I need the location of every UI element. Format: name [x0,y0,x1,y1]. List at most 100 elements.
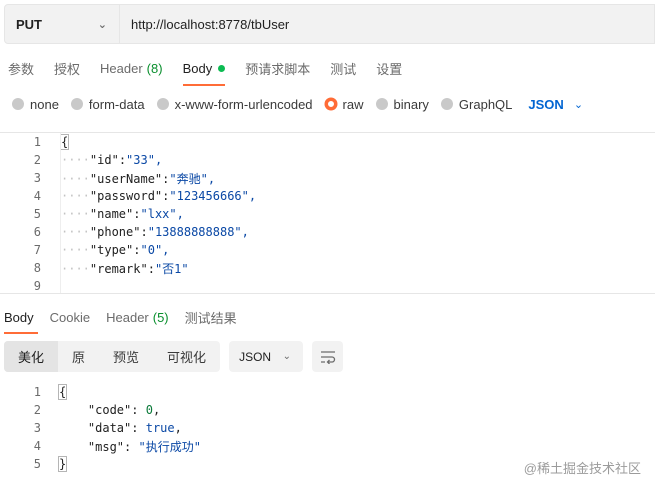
tab-response-body[interactable]: Body [0,302,42,334]
line-number: 3 [33,171,41,185]
indent-dots: ···· [61,207,90,221]
tab-settings[interactable]: 设置 [366,52,412,84]
indent-dots: ···· [61,153,90,167]
json-key: "data" [87,421,132,435]
radio-form-data[interactable]: form-data [70,96,145,112]
wrap-lines-icon [320,350,335,364]
tab-pre-request-script[interactable]: 预请求脚本 [235,52,320,84]
radio-none[interactable]: none [12,97,59,112]
radio-label: none [30,96,59,112]
tab-response-cookies[interactable]: Cookie [42,302,98,332]
tab-label: 预请求脚本 [245,61,311,77]
indent-dots: ···· [61,261,90,276]
radio-selected-icon [324,98,337,110]
watermark: @稀土掘金技术社区 [523,461,641,476]
line-number: 5 [33,457,41,471]
view-pretty-button[interactable]: 美化 [4,341,59,372]
tab-response-headers[interactable]: Header (5) [98,302,177,332]
json-key: "phone" [89,225,141,239]
code-line: 3 "data": true, [0,419,655,437]
json-value: "否1" [154,261,189,276]
request-body-editor[interactable]: 1{ 2 ····"id":"33", 3 ····"userName":"奔驰",… [0,132,655,294]
view-label: 原 [72,350,86,365]
open-brace: { [59,134,70,150]
radio-label: GraphQL [458,96,513,112]
view-label: 可视化 [167,350,207,365]
line-number: 1 [33,385,41,399]
json-value: "奔驰", [169,171,216,186]
radio-label: form-data [88,96,145,112]
json-key: "type" [89,243,134,257]
view-raw-button[interactable]: 原 [58,341,99,372]
radio-binary[interactable]: binary [375,96,429,112]
json-key: "password" [89,189,163,203]
tab-params[interactable]: 参数 [0,52,44,84]
tab-body[interactable]: Body [173,52,236,86]
indent-dots: ···· [61,225,90,239]
view-preview-button[interactable]: 预览 [99,341,153,372]
chevron-down-icon: ⌄ [97,18,107,31]
radio-raw[interactable]: raw [324,97,364,112]
method-select[interactable]: PUT ⌄ [4,4,120,44]
json-value: "13888888888", [147,225,249,239]
json-value: "lxx", [140,207,184,221]
code-line: 1{ [0,133,655,151]
line-number: 7 [33,243,41,257]
json-value: "执行成功" [138,439,201,454]
tab-auth[interactable]: 授权 [44,52,90,84]
view-mode-segmented: 美化 原 预览 可视化 [4,341,221,372]
json-value: 0 [145,403,153,417]
code-line: 4 "msg": "执行成功" [0,437,655,455]
method-label: PUT [16,16,42,32]
url-input[interactable]: http://localhost:8778/tbUser [120,4,655,44]
radio-icon [70,98,83,110]
json-key: "id" [89,153,119,167]
json-key: "userName" [89,171,163,186]
radio-label: binary [393,96,429,112]
code-line: 8 ····"remark":"否1" [0,259,655,277]
header-count: (8) [146,60,163,76]
body-indicator-dot-icon [218,64,226,72]
tab-label: Cookie [49,309,91,325]
code-line: 6 ····"phone":"13888888888", [0,223,655,241]
json-key: "code" [87,403,132,417]
response-view-controls: 美化 原 预览 可视化 JSON ⌄ [4,341,344,372]
tab-label: Header [106,309,149,325]
line-number: 1 [33,135,41,149]
json-value: "0", [140,243,170,257]
line-number: 2 [33,153,41,167]
code-line: 2 ····"id":"33", [0,151,655,169]
code-line: 3 ····"userName":"奔驰", [0,169,655,187]
tab-label: 测试 [330,61,357,77]
tab-label: Body [4,309,34,325]
tab-tests[interactable]: 测试 [320,52,366,84]
indent-dots: ···· [61,243,90,257]
wrap-lines-button[interactable] [312,341,344,372]
response-tabs: Body Cookie Header (5) 测试结果 [0,302,245,334]
tab-label: Body [182,60,213,76]
indent-dots: ···· [61,189,90,203]
radio-urlencoded[interactable]: x-www-form-urlencoded [156,97,313,112]
raw-format-select[interactable]: JSON ⌄ [528,97,583,112]
chevron-down-icon: ⌄ [282,351,292,362]
line-number: 9 [33,279,41,293]
tab-label: Header [100,60,143,76]
tab-headers[interactable]: Header (8) [90,52,173,84]
chevron-down-icon: ⌄ [573,98,584,111]
response-format-select[interactable]: JSON ⌄ [229,341,304,372]
line-number: 4 [33,189,41,203]
line-number: 8 [33,261,41,275]
indent-guide [60,133,61,293]
code-line: 9 [0,277,655,295]
open-brace: { [57,384,68,400]
view-visualize-button[interactable]: 可视化 [153,341,220,372]
json-key: "remark" [89,261,148,276]
line-number: 4 [33,439,41,453]
radio-graphql[interactable]: GraphQL [440,96,513,112]
tab-test-results[interactable]: 测试结果 [177,302,245,332]
line-number: 6 [33,225,41,239]
format-label: JSON [528,96,564,112]
json-key: "name" [89,207,134,221]
format-label: JSON [239,349,272,364]
header-count: (5) [152,309,169,325]
